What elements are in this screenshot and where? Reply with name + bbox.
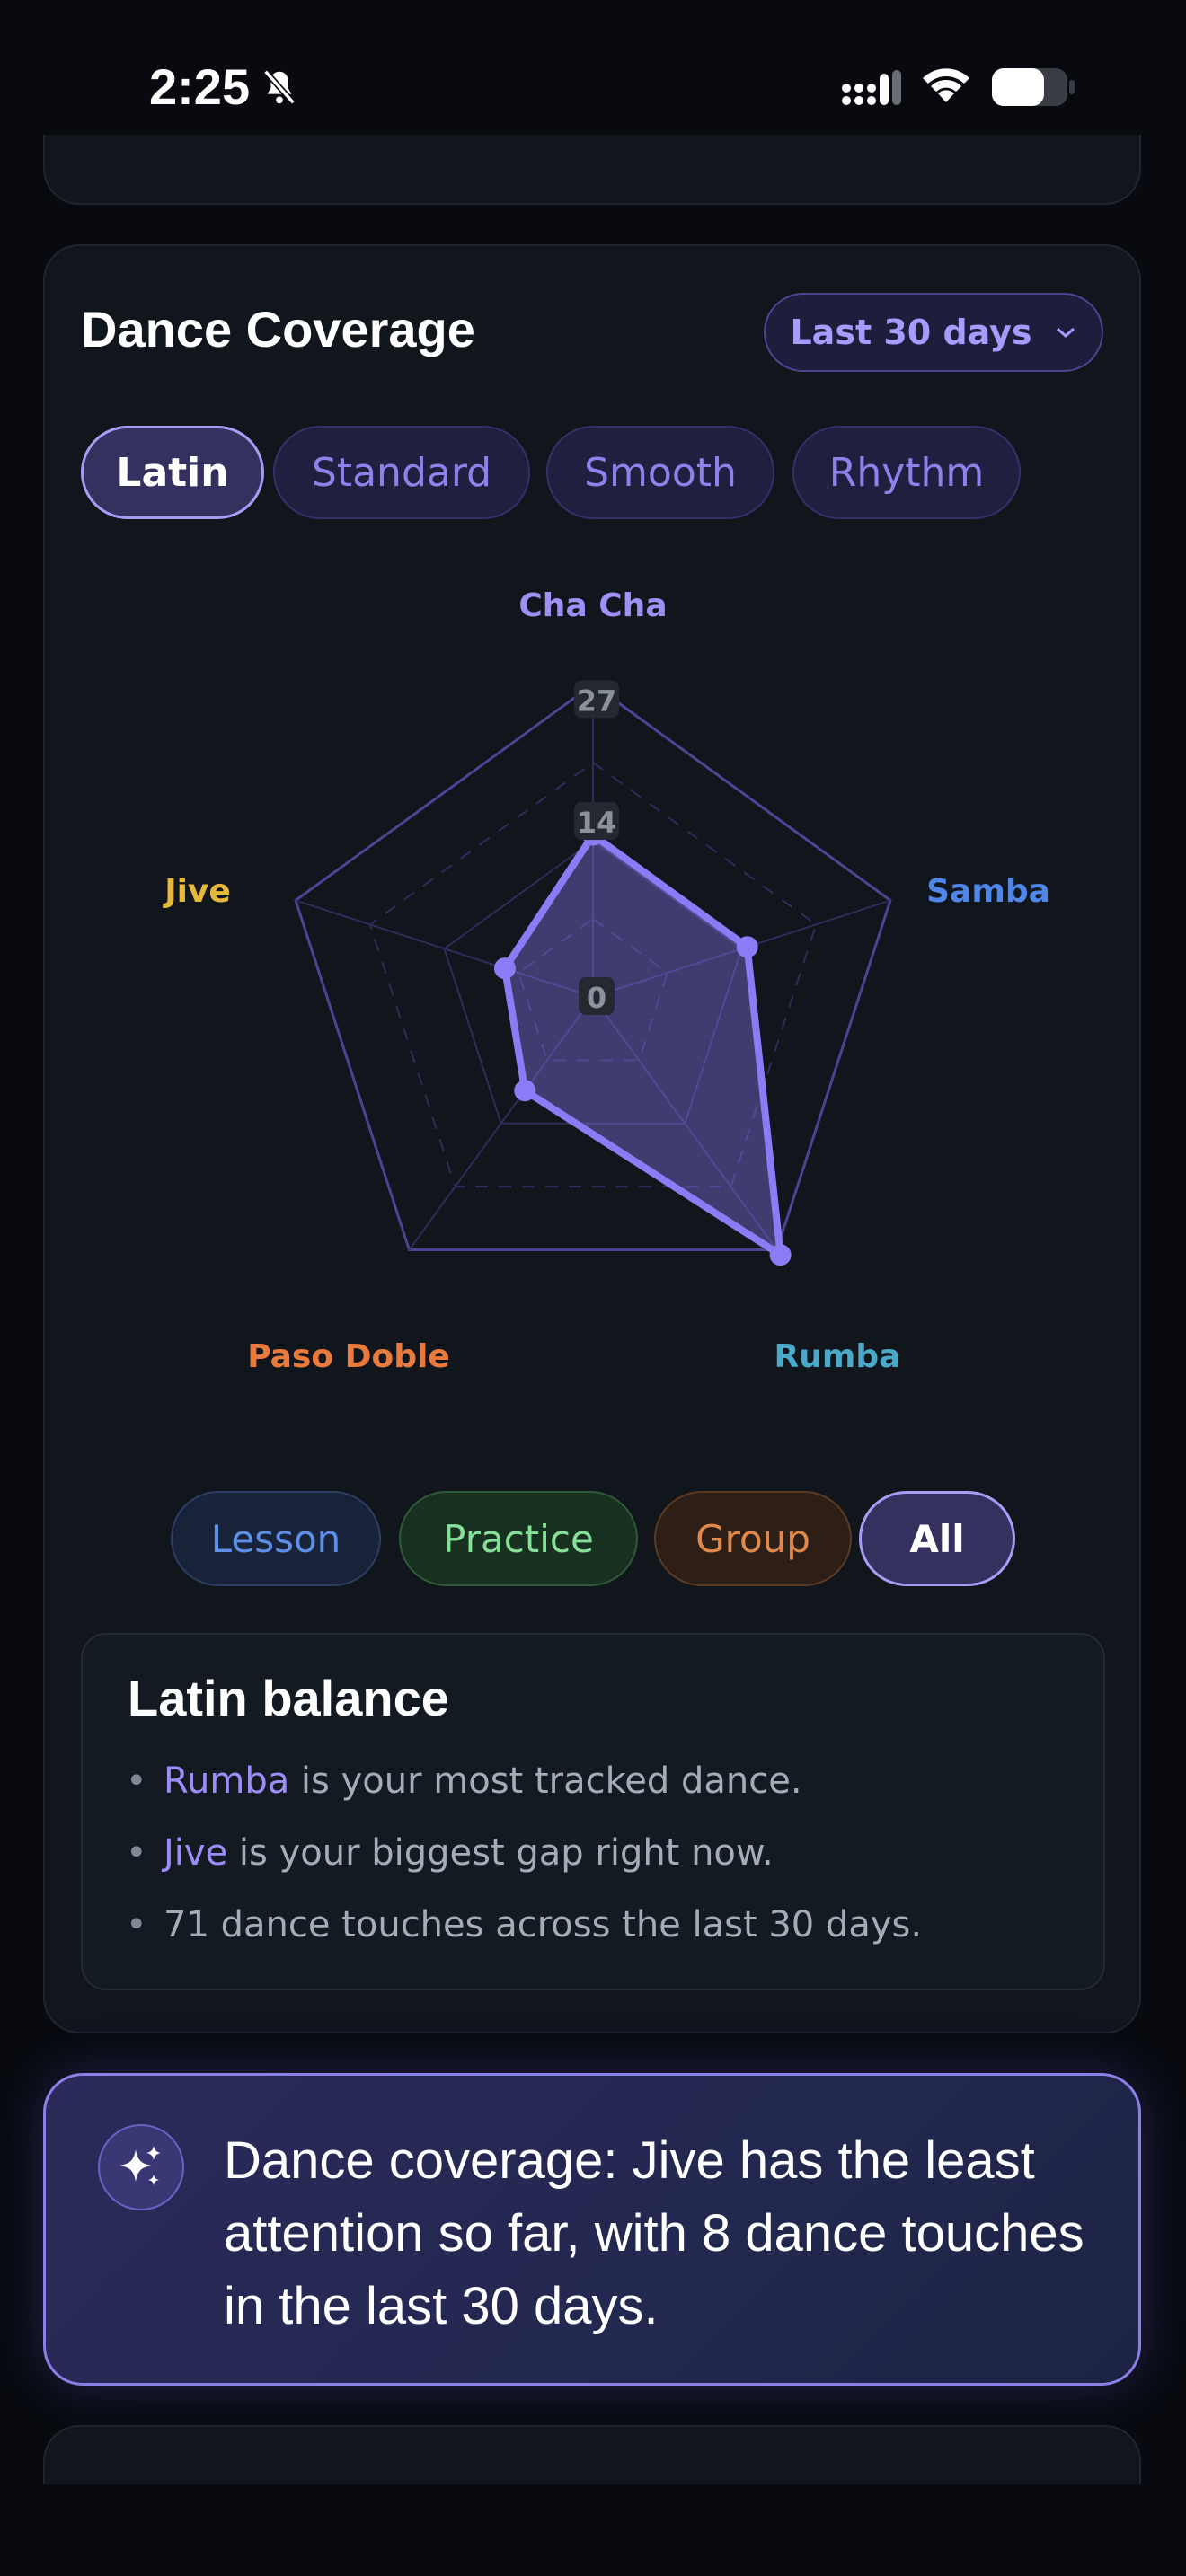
radar-data-point: [514, 1080, 536, 1102]
bullet-highlight: Jive: [164, 1832, 228, 1874]
sparkle-icon: [98, 2124, 184, 2210]
radar-scale-label: 14: [577, 806, 617, 840]
bullet-text: is your most tracked dance.: [289, 1760, 802, 1802]
radar-axis-label: Rumba: [774, 1338, 901, 1375]
radar-scale-label: 27: [577, 684, 617, 718]
filter-all[interactable]: All: [859, 1491, 1015, 1586]
radar-scale-label: 0: [587, 981, 606, 1015]
filter-lesson[interactable]: Lesson: [171, 1491, 381, 1586]
radar-axis-label: Jive: [162, 873, 231, 910]
summary-bullet: • Rumba is your most tracked dance.: [126, 1760, 802, 1802]
radar-series-area: [500, 831, 784, 1259]
summary-bullet: • 71 dance touches across the last 30 day…: [126, 1904, 923, 1945]
bullet-highlight: Rumba: [164, 1760, 290, 1802]
filter-practice[interactable]: Practice: [399, 1491, 638, 1586]
radar-data-point: [736, 936, 758, 958]
summary-bullet: • Jive is your biggest gap right now.: [126, 1832, 774, 1874]
radar-data-point: [769, 1244, 792, 1266]
radar-axis-label: Samba: [926, 873, 1050, 910]
radar-data-point: [493, 957, 516, 980]
summary-title: Latin balance: [128, 1670, 449, 1726]
insight-text: Dance coverage: Jive has the least atten…: [224, 2131, 1084, 2335]
radar-chart: 27 14 0 Cha Cha Samba Rumba Paso Doble Jive: [162, 587, 1050, 1375]
bullet-text: is your biggest gap right now.: [227, 1832, 774, 1874]
bullet-text: 71 dance touches across the last 30 days…: [164, 1904, 923, 1945]
summary-box: Latin balance • Rumba is your most tracke…: [81, 1633, 1105, 1990]
insight-banner[interactable]: Dance coverage: Jive has the least atten…: [43, 2073, 1141, 2386]
filter-group[interactable]: Group: [654, 1491, 852, 1586]
radar-axis-label: Cha Cha: [518, 587, 667, 624]
radar-axis-label: Paso Doble: [247, 1338, 450, 1375]
bottom-area: [0, 2484, 1186, 2576]
